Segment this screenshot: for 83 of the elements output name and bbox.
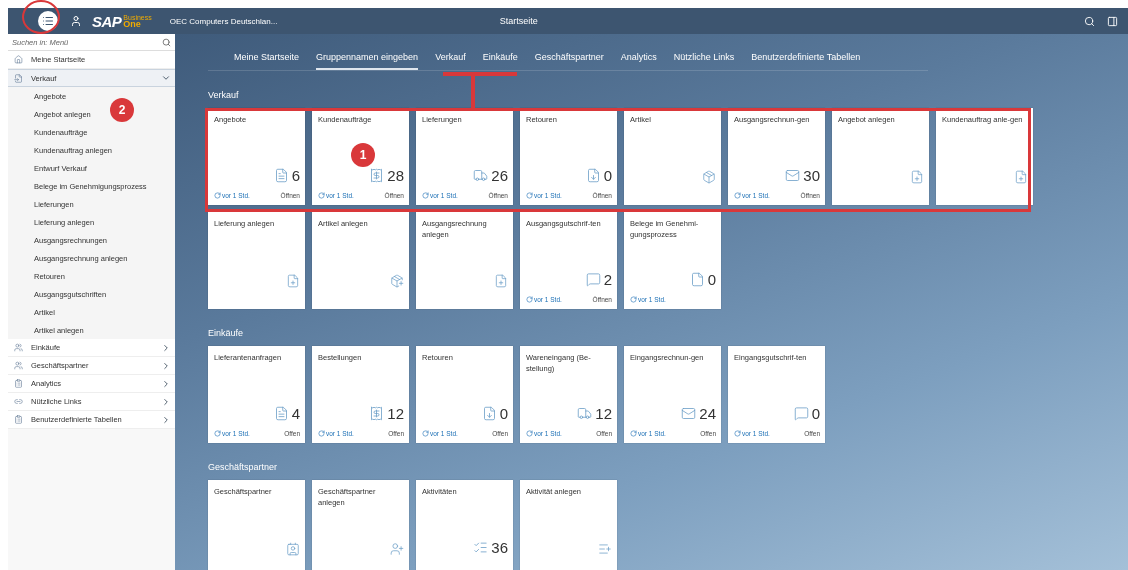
page-title: Startseite (499, 16, 539, 26)
menu-button[interactable] (38, 11, 58, 31)
chevron-right-icon (161, 342, 171, 353)
add-list-icon (598, 542, 612, 556)
people-icon (14, 343, 23, 352)
tile-count: 0 (499, 405, 508, 422)
chevron-right-icon (161, 414, 171, 425)
tab[interactable]: Analytics (620, 48, 657, 70)
add-box-icon (390, 274, 404, 288)
tab[interactable]: Benutzerdefinierte Tabellen (751, 48, 861, 70)
tab[interactable]: Nützliche Links (673, 48, 735, 70)
refresh-icon (422, 429, 429, 437)
message-icon (793, 406, 809, 421)
clipboard-icon (14, 379, 23, 388)
company-name: OEC Computers Deutschlan... (169, 16, 279, 26)
tile-count: 12 (595, 405, 612, 422)
user-icon[interactable] (70, 15, 82, 27)
truck-icon (473, 168, 489, 183)
tab[interactable]: Meine Startseite (234, 48, 300, 70)
group-title: Einkäufe (208, 328, 244, 338)
add-document-icon (910, 170, 924, 184)
tab[interactable]: Einkäufe (482, 48, 518, 70)
refresh-icon (422, 191, 429, 199)
tile-count: 0 (603, 167, 612, 184)
tile-count: 0 (811, 405, 820, 422)
add-user-icon (390, 542, 404, 556)
tile-count: 6 (291, 167, 300, 184)
refresh-icon (318, 429, 325, 437)
tile-count: 12 (387, 405, 404, 422)
refresh-icon (734, 191, 741, 199)
refresh-icon (630, 295, 637, 303)
refresh-icon (526, 191, 533, 199)
chevron-right-icon (161, 396, 171, 407)
tile-count: 26 (491, 167, 508, 184)
refresh-icon (214, 191, 221, 199)
document-arrow-icon (481, 406, 497, 421)
receipt-icon (369, 168, 385, 183)
tile-count: 28 (387, 167, 404, 184)
menu-icon (42, 15, 54, 27)
tile-count: 30 (803, 167, 820, 184)
add-document-icon (494, 274, 508, 288)
group-title: Geschäftspartner (208, 462, 278, 472)
refresh-icon (214, 429, 221, 437)
tile-count: 4 (291, 405, 300, 422)
tile-count: 2 (603, 271, 612, 288)
add-document-icon (1014, 170, 1028, 184)
add-document-icon (286, 274, 300, 288)
contact-card-icon (286, 542, 300, 556)
envelope-icon (681, 406, 697, 421)
annotation-circle (22, 0, 60, 34)
refresh-icon (526, 429, 533, 437)
truck-icon (577, 406, 593, 421)
people-icon (14, 361, 23, 370)
tab[interactable]: Verkauf (435, 48, 466, 70)
link-icon (14, 397, 23, 406)
tab[interactable]: Geschäftspartner (534, 48, 604, 70)
checklist-icon (473, 540, 489, 555)
document-icon (273, 406, 289, 421)
receipt-icon (369, 406, 385, 421)
refresh-icon (526, 295, 533, 303)
document-icon (14, 73, 23, 83)
tile-count: 36 (491, 539, 508, 556)
refresh-icon (734, 429, 741, 437)
search-icon[interactable] (1084, 15, 1095, 27)
tile-count: 24 (699, 405, 716, 422)
chevron-right-icon (161, 360, 171, 371)
chevron-right-icon (161, 378, 171, 389)
group-title: Verkauf (208, 90, 239, 100)
box-icon (702, 170, 716, 184)
search-icon[interactable] (162, 38, 171, 47)
tile-count: 0 (707, 271, 716, 288)
envelope-icon (785, 168, 801, 183)
chevron-down-icon (161, 73, 171, 83)
refresh-icon (318, 191, 325, 199)
document-arrow-icon (585, 168, 601, 183)
document-icon (689, 272, 705, 287)
home-icon (14, 55, 23, 64)
document-icon (273, 168, 289, 183)
message-icon (585, 272, 601, 287)
clipboard-icon (14, 415, 23, 424)
refresh-icon (630, 429, 637, 437)
panel-icon[interactable] (1107, 15, 1118, 27)
tab[interactable]: Gruppennamen eingeben (316, 48, 419, 70)
